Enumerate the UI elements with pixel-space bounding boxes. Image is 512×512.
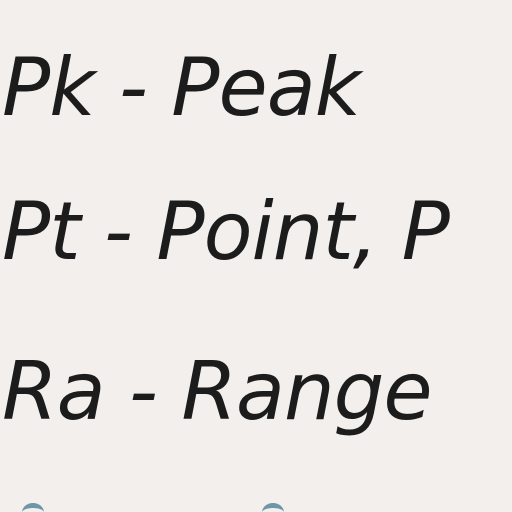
cropped-glyph-fragment: [22, 503, 44, 512]
cropped-glyph-fragment: [262, 503, 284, 512]
document-page: Pk - Peak Pt - Point, P Ra - Range: [0, 0, 512, 512]
abbreviation-range: Ra - Range: [2, 345, 433, 438]
abbreviation-point: Pt - Point, P: [2, 185, 450, 278]
abbreviation-peak: Pk - Peak: [2, 41, 361, 134]
